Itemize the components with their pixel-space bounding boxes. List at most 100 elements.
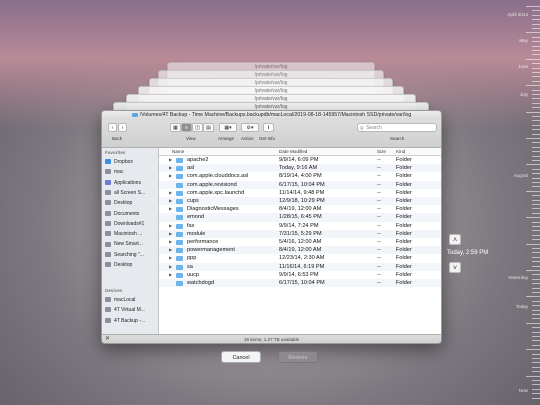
- timeline-tick: [532, 89, 540, 91]
- search-field[interactable]: ⚲ Search: [357, 123, 437, 132]
- window-titlebar[interactable]: /Volumes/4T Backup - Time Machine/Backup…: [102, 111, 441, 120]
- list-item[interactable]: ▶ module 7/31/15, 5:29 PM -- Folder: [159, 229, 441, 238]
- list-item[interactable]: emond 1/28/15, 6:45 PM -- Folder: [159, 213, 441, 222]
- column-size-header[interactable]: Size: [377, 148, 386, 155]
- list-item[interactable]: ▶ powermanagement 8/4/19, 12:00 AM -- Folder: [159, 246, 441, 255]
- downloads-icon: [105, 220, 111, 226]
- get-info-button[interactable]: i: [263, 123, 274, 132]
- sidebar-item[interactable]: 4T Backup -...: [105, 316, 157, 326]
- item-size: --: [377, 181, 381, 188]
- timeline-tick: [526, 349, 540, 351]
- list-item[interactable]: ▶ fax 9/9/14, 7:24 PM -- Folder: [159, 222, 441, 230]
- backup-timeline[interactable]: April 2014 May June July August Yesterday Toda…: [502, 0, 540, 405]
- item-name: watchdogd: [187, 280, 215, 286]
- timeline-tick: [532, 50, 540, 51]
- previous-backup-button[interactable]: ˄: [449, 234, 461, 245]
- sidebar-item[interactable]: Applications: [105, 178, 157, 188]
- list-item[interactable]: ▶ cups 12/9/18, 10:29 PM -- Folder: [159, 197, 441, 206]
- disclosure-triangle-icon[interactable]: ▶: [169, 164, 172, 172]
- next-backup-button[interactable]: ˅: [449, 262, 461, 273]
- list-item[interactable]: watchdogd 6/17/15, 10:04 PM -- Folder: [159, 279, 441, 288]
- item-date: 9/9/14, 7:24 PM: [279, 222, 319, 229]
- forward-button[interactable]: ›: [118, 123, 127, 132]
- view-list-button[interactable]: ≡: [181, 123, 192, 132]
- sidebar-item[interactable]: Downloads#1: [105, 219, 157, 229]
- sidebar-item[interactable]: New Smart...: [105, 239, 157, 249]
- action-button[interactable]: ⚙▾: [241, 123, 259, 132]
- sidebar-item[interactable]: Desktop: [105, 260, 157, 270]
- item-date: 8/19/14, 4:00 PM: [279, 173, 322, 180]
- timeline-tick: [532, 94, 540, 95]
- list-item[interactable]: ▶ performance 5/4/16, 12:00 AM -- Folder: [159, 238, 441, 246]
- folder-icon: [176, 215, 183, 221]
- timeline-tick: [526, 138, 540, 139]
- sidebar-item[interactable]: all Screen S...: [105, 188, 157, 198]
- item-name: com.apple.xpc.launchd: [187, 189, 245, 196]
- back-button[interactable]: ‹: [108, 123, 117, 132]
- folder-icon: [176, 240, 183, 245]
- timeline-label[interactable]: April 2014: [507, 12, 528, 17]
- item-date: 8/4/19, 12:00 AM: [279, 206, 322, 213]
- timeline-tick: [532, 239, 540, 241]
- timeline-tick: [532, 208, 540, 210]
- list-item[interactable]: ▶ com.apple.xpc.launchd 11/14/14, 9:48 PM -…: [159, 189, 441, 197]
- sidebar-item[interactable]: Documents: [105, 209, 157, 219]
- list-item[interactable]: ▶ uucp 9/9/14, 6:53 PM -- Folder: [159, 271, 441, 279]
- timeline-label[interactable]: August: [514, 173, 528, 178]
- timeline-tick: [532, 36, 540, 38]
- disclosure-triangle-icon[interactable]: ▶: [169, 156, 172, 164]
- item-size: --: [377, 165, 381, 172]
- sidebar-item[interactable]: 4T Virtual M...: [105, 305, 157, 315]
- disclosure-triangle-icon[interactable]: ▶: [169, 238, 172, 246]
- column-name-header[interactable]: Name: [172, 148, 184, 155]
- timeline-tick: [532, 102, 540, 104]
- timeline-label[interactable]: May: [519, 38, 528, 43]
- sidebar-item[interactable]: Macintosh ...: [105, 229, 157, 239]
- disclosure-triangle-icon[interactable]: ▶: [169, 189, 172, 197]
- disclosure-triangle-icon[interactable]: ▶: [169, 230, 172, 238]
- item-kind: Folder: [396, 280, 412, 286]
- list-item[interactable]: ▶ apache2 9/9/14, 6:09 PM -- Folder: [159, 156, 441, 164]
- sidebar-item[interactable]: mac: [105, 167, 157, 177]
- list-item[interactable]: ▶ com.apple.clouddocs.asl 8/19/14, 4:00 PM…: [159, 172, 441, 180]
- timeline-tick: [526, 243, 540, 245]
- list-item[interactable]: ▶ asl Today, 9:16 AM -- Folder: [159, 164, 441, 173]
- timeline-label[interactable]: June: [518, 64, 528, 69]
- item-name: module: [187, 230, 206, 237]
- timeline-label[interactable]: Today: [516, 304, 528, 309]
- timeline-label[interactable]: Now: [519, 388, 528, 393]
- sidebar-item[interactable]: Dropbox: [105, 157, 157, 167]
- disclosure-triangle-icon[interactable]: ▶: [169, 271, 172, 279]
- disclosure-triangle-icon[interactable]: ▶: [169, 205, 172, 213]
- arrange-button[interactable]: ▦▾: [219, 123, 237, 132]
- timeline-tick: [532, 212, 540, 214]
- column-date-header[interactable]: Date Modified: [279, 148, 307, 155]
- sidebar-item-label: New Smart...: [114, 241, 143, 248]
- close-icon[interactable]: ✕: [105, 335, 110, 343]
- view-columns-button[interactable]: ◫: [192, 123, 203, 132]
- view-coverflow-button[interactable]: ▤: [203, 123, 214, 132]
- list-item[interactable]: ▶ sa 11/16/14, 6:19 PM -- Folder: [159, 262, 441, 271]
- list-item[interactable]: com.apple.revisiond 6/17/15, 10:04 PM -- Fo…: [159, 180, 441, 189]
- sidebar-item[interactable]: Searching "...: [105, 250, 157, 260]
- timeline-label[interactable]: Yesterday: [508, 275, 528, 280]
- disclosure-triangle-icon[interactable]: ▶: [169, 172, 172, 180]
- sidebar-favorites-header: Favorites: [105, 150, 126, 155]
- list-item[interactable]: ▶ DiagnosticMessages 8/4/19, 12:00 AM -- Fol…: [159, 205, 441, 213]
- disclosure-triangle-icon[interactable]: ▶: [169, 246, 172, 254]
- sidebar-item[interactable]: macLocal: [105, 295, 157, 305]
- column-kind-header[interactable]: Kind: [396, 148, 405, 155]
- disclosure-triangle-icon[interactable]: ▶: [169, 254, 172, 262]
- folder-icon: [176, 182, 183, 188]
- timeline-tick: [532, 248, 540, 249]
- timeline-label[interactable]: July: [520, 92, 528, 97]
- list-item[interactable]: ▶ ppp 12/23/14, 2:30 AM -- Folder: [159, 254, 441, 262]
- sidebar-item[interactable]: Desktop: [105, 198, 157, 208]
- disclosure-triangle-icon[interactable]: ▶: [169, 222, 172, 230]
- disclosure-triangle-icon[interactable]: ▶: [169, 197, 172, 205]
- view-icon-button[interactable]: ▦: [170, 123, 181, 132]
- item-kind: Folder: [396, 173, 412, 180]
- disclosure-triangle-icon[interactable]: ▶: [169, 263, 172, 271]
- restore-button[interactable]: Restore: [278, 351, 318, 363]
- cancel-button[interactable]: Cancel: [221, 351, 261, 363]
